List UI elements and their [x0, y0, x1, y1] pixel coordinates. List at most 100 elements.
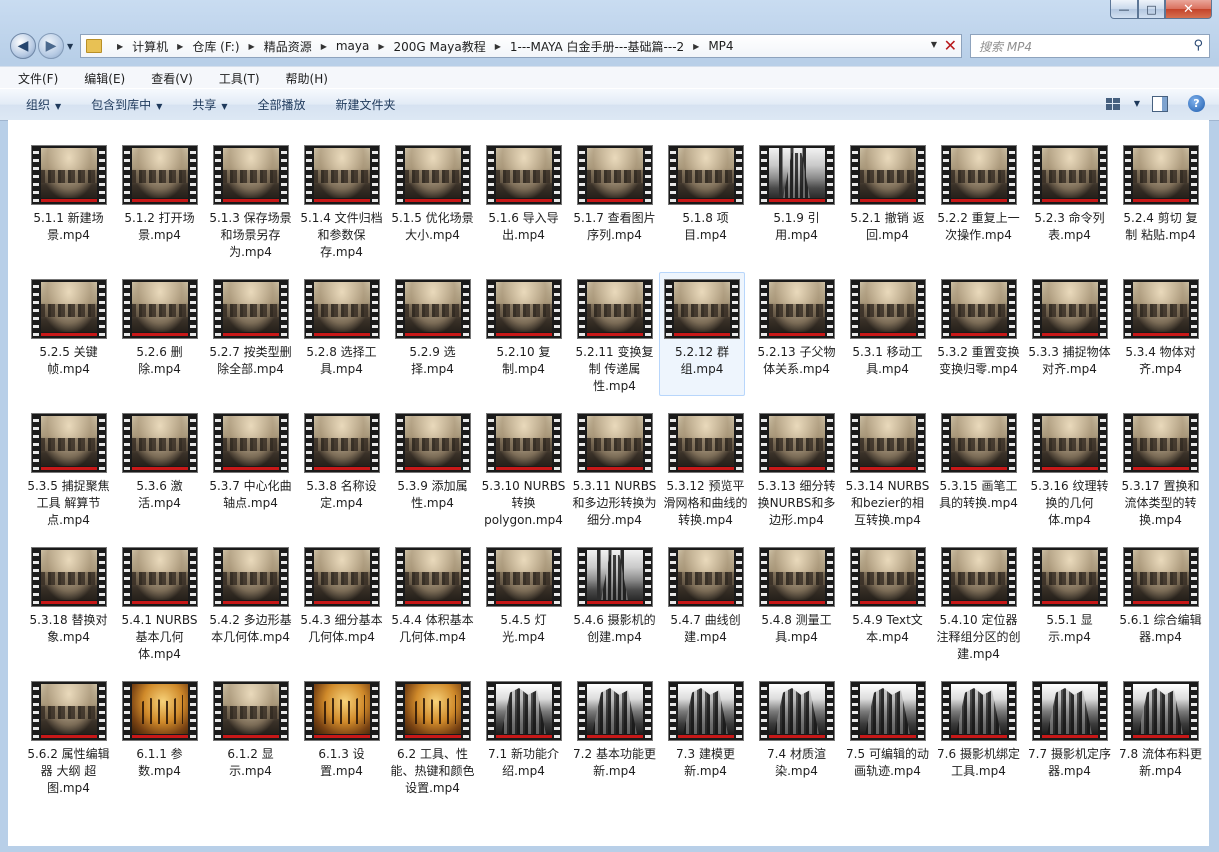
- view-options-chevron-icon[interactable]: ▼: [1134, 99, 1140, 108]
- file-item[interactable]: 5.3.8 名称设定.mp4: [298, 412, 385, 530]
- file-item[interactable]: 5.5.1 显示.mp4: [1026, 546, 1113, 664]
- file-item[interactable]: 5.4.2 多边形基本几何体.mp4: [207, 546, 294, 664]
- file-item[interactable]: 5.3.17 置换和流体类型的转换.mp4: [1117, 412, 1204, 530]
- breadcrumb-separator-icon[interactable]: ▶: [249, 42, 255, 51]
- preview-pane-icon[interactable]: [1152, 95, 1168, 112]
- file-item[interactable]: 5.6.2 属性编辑器 大纲 超图.mp4: [25, 680, 112, 798]
- file-item[interactable]: 5.2.11 变换复制 传递属性.mp4: [571, 278, 658, 396]
- close-button[interactable]: ✕: [1165, 0, 1212, 19]
- share-button[interactable]: 共享 ▼: [192, 96, 227, 113]
- breadcrumb-separator-icon[interactable]: ▶: [117, 42, 123, 51]
- file-item[interactable]: 5.1.9 引用.mp4: [753, 144, 840, 262]
- file-item[interactable]: 5.2.5 关键帧.mp4: [25, 278, 112, 396]
- file-item[interactable]: 5.3.5 捕捉聚焦工具 解算节点.mp4: [25, 412, 112, 530]
- search-input[interactable]: 搜索 MP4 ⚲: [970, 34, 1210, 58]
- file-item[interactable]: 5.1.8 项目.mp4: [662, 144, 749, 262]
- file-item[interactable]: 5.1.3 保存场景和场景另存为.mp4: [207, 144, 294, 262]
- file-item[interactable]: 7.6 摄影机绑定工具.mp4: [935, 680, 1022, 798]
- file-item[interactable]: 5.2.12 群组.mp4: [659, 272, 745, 396]
- file-item[interactable]: 5.3.11 NURBS和多边形转换为细分.mp4: [571, 412, 658, 530]
- file-item[interactable]: 5.2.9 选择.mp4: [389, 278, 476, 396]
- file-item[interactable]: 5.1.6 导入导出.mp4: [480, 144, 567, 262]
- file-item[interactable]: 5.3.6 激活.mp4: [116, 412, 203, 530]
- file-item[interactable]: 5.6.1 综合编辑器.mp4: [1117, 546, 1204, 664]
- breadcrumb-item[interactable]: MP4: [708, 39, 733, 53]
- play-all-button[interactable]: 全部播放: [258, 96, 306, 113]
- menu-file[interactable]: 文件(F): [0, 70, 66, 87]
- breadcrumb-separator-icon[interactable]: ▶: [321, 42, 327, 51]
- include-library-button[interactable]: 包含到库中 ▼: [91, 96, 162, 113]
- file-item[interactable]: 6.1.1 参数.mp4: [116, 680, 203, 798]
- file-item[interactable]: 5.1.7 查看图片序列.mp4: [571, 144, 658, 262]
- help-icon[interactable]: ?: [1188, 95, 1205, 112]
- file-item[interactable]: 5.3.1 移动工具.mp4: [844, 278, 931, 396]
- file-item[interactable]: 5.4.4 体积基本几何体.mp4: [389, 546, 476, 664]
- address-dropdown-icon[interactable]: ▼: [931, 40, 937, 49]
- recent-pages-dropdown[interactable]: ▼: [67, 42, 73, 51]
- file-item[interactable]: 5.4.7 曲线创建.mp4: [662, 546, 749, 664]
- file-item[interactable]: 5.3.4 物体对齐.mp4: [1117, 278, 1204, 396]
- file-item[interactable]: 5.2.7 按类型删除全部.mp4: [207, 278, 294, 396]
- file-item[interactable]: 5.2.4 剪切 复制 粘贴.mp4: [1117, 144, 1204, 262]
- file-item[interactable]: 5.3.2 重置变换 变换归零.mp4: [935, 278, 1022, 396]
- file-item[interactable]: 7.4 材质渲染.mp4: [753, 680, 840, 798]
- menu-view[interactable]: 查看(V): [133, 70, 201, 87]
- file-item[interactable]: 7.8 流体布料更新.mp4: [1117, 680, 1204, 798]
- new-folder-button[interactable]: 新建文件夹: [336, 96, 396, 113]
- back-button[interactable]: ◀: [10, 33, 36, 59]
- breadcrumb-item[interactable]: 精品资源: [264, 38, 312, 55]
- file-item[interactable]: 6.1.2 显示.mp4: [207, 680, 294, 798]
- file-item[interactable]: 5.4.1 NURBS基本几何体.mp4: [116, 546, 203, 664]
- file-item[interactable]: 5.3.10 NURBS转换polygon.mp4: [480, 412, 567, 530]
- breadcrumb-item[interactable]: 仓库 (F:): [192, 38, 239, 55]
- file-item[interactable]: 5.4.10 定位器注释组分区的创建.mp4: [935, 546, 1022, 664]
- file-item[interactable]: 5.4.8 测量工具.mp4: [753, 546, 840, 664]
- file-list-view[interactable]: 5.1.1 新建场景.mp4 5.1.2 打开场景.mp4 5.1.3 保存场景和场…: [8, 120, 1209, 846]
- file-item[interactable]: 5.1.5 优化场景大小.mp4: [389, 144, 476, 262]
- file-item[interactable]: 5.3.9 添加属性.mp4: [389, 412, 476, 530]
- change-view-icon[interactable]: [1105, 97, 1120, 110]
- file-item[interactable]: 7.3 建模更新.mp4: [662, 680, 749, 798]
- file-item[interactable]: 5.3.13 细分转换NURBS和多边形.mp4: [753, 412, 840, 530]
- file-item[interactable]: 7.7 摄影机定序器.mp4: [1026, 680, 1113, 798]
- file-item[interactable]: 5.4.5 灯光.mp4: [480, 546, 567, 664]
- file-item[interactable]: 5.3.12 预览平滑网格和曲线的转换.mp4: [662, 412, 749, 530]
- file-item[interactable]: 5.3.18 替换对象.mp4: [25, 546, 112, 664]
- address-bar[interactable]: ▶ 计算机 ▶ 仓库 (F:) ▶ 精品资源 ▶ maya ▶ 200G Maya教程 ▶ 1---M…: [80, 34, 962, 58]
- file-item[interactable]: 7.5 可编辑的动画轨迹.mp4: [844, 680, 931, 798]
- search-icon[interactable]: ⚲: [1193, 38, 1203, 53]
- breadcrumb-item[interactable]: maya: [336, 39, 370, 53]
- breadcrumb-item[interactable]: 1---MAYA 白金手册---基础篇---2: [510, 38, 684, 55]
- breadcrumb-separator-icon[interactable]: ▶: [495, 42, 501, 51]
- clear-address-icon[interactable]: ✕: [944, 36, 957, 55]
- file-item[interactable]: 5.1.1 新建场景.mp4: [25, 144, 112, 262]
- file-item[interactable]: 5.3.15 画笔工具的转换.mp4: [935, 412, 1022, 530]
- file-item[interactable]: 5.4.3 细分基本几何体.mp4: [298, 546, 385, 664]
- file-item[interactable]: 5.4.9 Text文本.mp4: [844, 546, 931, 664]
- file-item[interactable]: 5.2.2 重复上一次操作.mp4: [935, 144, 1022, 262]
- file-item[interactable]: 5.2.10 复制.mp4: [480, 278, 567, 396]
- menu-help[interactable]: 帮助(H): [268, 70, 336, 87]
- organize-button[interactable]: 组织 ▼: [26, 96, 61, 113]
- breadcrumb-item[interactable]: 200G Maya教程: [394, 38, 486, 55]
- file-item[interactable]: 6.1.3 设置.mp4: [298, 680, 385, 798]
- breadcrumb-separator-icon[interactable]: ▶: [693, 42, 699, 51]
- file-item[interactable]: 5.2.1 撤销 返回.mp4: [844, 144, 931, 262]
- file-item[interactable]: 5.1.4 文件归档和参数保存.mp4: [298, 144, 385, 262]
- file-item[interactable]: 7.1 新功能介绍.mp4: [480, 680, 567, 798]
- breadcrumb-item[interactable]: 计算机: [132, 38, 168, 55]
- file-item[interactable]: 5.1.2 打开场景.mp4: [116, 144, 203, 262]
- file-item[interactable]: 5.2.8 选择工具.mp4: [298, 278, 385, 396]
- file-item[interactable]: 5.2.13 子父物体关系.mp4: [753, 278, 840, 396]
- file-item[interactable]: 5.2.6 删除.mp4: [116, 278, 203, 396]
- breadcrumb-separator-icon[interactable]: ▶: [378, 42, 384, 51]
- file-item[interactable]: 6.2 工具、性能、热键和颜色设置.mp4: [389, 680, 476, 798]
- file-item[interactable]: 5.2.3 命令列表.mp4: [1026, 144, 1113, 262]
- forward-button[interactable]: ▶: [38, 33, 64, 59]
- file-item[interactable]: 5.3.3 捕捉物体对齐.mp4: [1026, 278, 1113, 396]
- menu-tools[interactable]: 工具(T): [201, 70, 268, 87]
- file-item[interactable]: 5.3.16 纹理转换的几何体.mp4: [1026, 412, 1113, 530]
- minimize-button[interactable]: —: [1110, 0, 1138, 19]
- file-item[interactable]: 7.2 基本功能更新.mp4: [571, 680, 658, 798]
- menu-edit[interactable]: 编辑(E): [66, 70, 133, 87]
